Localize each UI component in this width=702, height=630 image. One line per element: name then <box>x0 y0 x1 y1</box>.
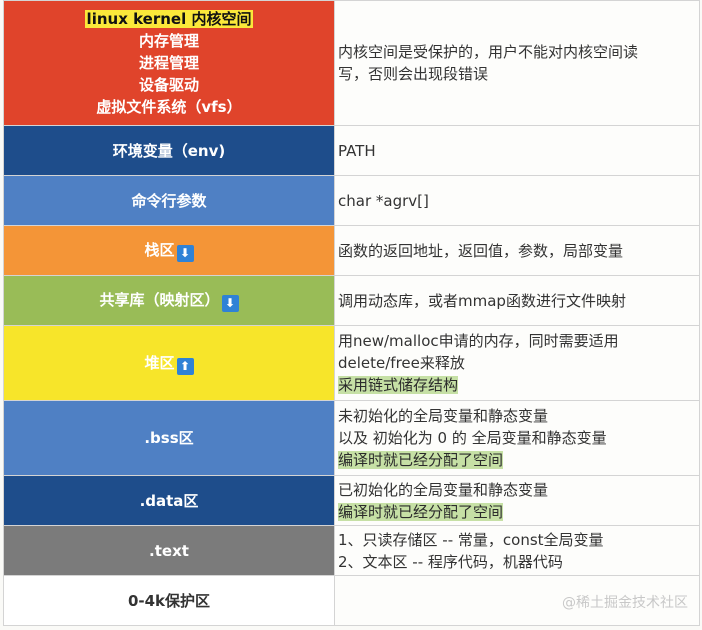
kernel-space-description: 内核空间是受保护的，用户不能对内核空间读 写，否则会出现段错误 <box>334 0 700 126</box>
bss-desc-line-1: 未初始化的全局变量和静态变量 <box>338 407 549 425</box>
up-arrow-icon: ⬆ <box>176 357 194 375</box>
env-description: PATH <box>334 125 700 176</box>
shared-lib-cell: 共享库（映射区） ⬇ <box>3 275 335 326</box>
shared-lib-description: 调用动态库，或者mmap函数进行文件映射 <box>334 275 700 326</box>
protect-cell: 0-4k保护区 <box>3 575 335 626</box>
down-arrow-icon: ⬇ <box>221 295 239 312</box>
heap-description: 用new/malloc申请的内存，同时需要适用 delete/free来释放 采… <box>334 325 700 401</box>
table-row-stack: 栈区 ⬇ 函数的返回地址，返回值，参数，局部变量 <box>3 225 700 276</box>
table-row-env: 环境变量（env) PATH <box>3 125 700 176</box>
device-driver-label: 设备驱动 <box>138 76 199 94</box>
data-description: 已初始化的全局变量和静态变量 编译时就已经分配了空间 <box>334 475 700 526</box>
table-row-args: 命令行参数 char *agrv[] <box>3 175 700 226</box>
args-cell: 命令行参数 <box>3 175 335 226</box>
kernel-desc-line-1: 内核空间是受保护的，用户不能对内核空间读 <box>338 43 639 61</box>
memory-layout-table: linux kernel 内核空间 内存管理 进程管理 设备驱动 虚拟文件系统（… <box>3 0 700 626</box>
vfs-label: 虚拟文件系统（vfs） <box>96 98 242 116</box>
stack-description: 函数的返回地址，返回值，参数，局部变量 <box>334 225 700 276</box>
kernel-space-title: linux kernel 内核空间 <box>84 10 254 28</box>
table-row-text: .text 1、只读存储区 -- 常量，const全局变量 2、文本区 -- 程… <box>3 525 700 576</box>
data-desc-line-1: 已初始化的全局变量和静态变量 <box>338 480 549 499</box>
heap-cell: 堆区 ⬆ <box>3 325 335 401</box>
heap-desc-highlight: 采用链式储存结构 <box>338 376 459 394</box>
data-cell: .data区 <box>3 475 335 526</box>
text-cell: .text <box>3 525 335 576</box>
kernel-space-cell: linux kernel 内核空间 内存管理 进程管理 设备驱动 虚拟文件系统（… <box>3 0 335 126</box>
args-description: char *agrv[] <box>334 175 700 226</box>
table-row-heap: 堆区 ⬆ 用new/malloc申请的内存，同时需要适用 delete/free来… <box>3 325 700 401</box>
data-desc-highlight: 编译时就已经分配了空间 <box>338 502 504 521</box>
env-cell: 环境变量（env) <box>3 125 335 176</box>
table-row-bss: .bss区 未初始化的全局变量和静态变量 以及 初始化为 0 的 全局变量和静态… <box>3 400 700 476</box>
memory-management-label: 内存管理 <box>138 32 199 50</box>
process-management-label: 进程管理 <box>138 54 199 72</box>
bss-description: 未初始化的全局变量和静态变量 以及 初始化为 0 的 全局变量和静态变量 编译时… <box>334 400 700 476</box>
table-row-kernel: linux kernel 内核空间 内存管理 进程管理 设备驱动 虚拟文件系统（… <box>3 0 700 126</box>
table-row-shared: 共享库（映射区） ⬇ 调用动态库，或者mmap函数进行文件映射 <box>3 275 700 326</box>
table-row-data: .data区 已初始化的全局变量和静态变量 编译时就已经分配了空间 <box>3 475 700 526</box>
down-arrow-icon: ⬇ <box>176 245 194 262</box>
text-desc-line-2: 2、文本区 -- 程序代码，机器代码 <box>338 552 563 571</box>
heap-desc-line-2: delete/free来释放 <box>338 354 465 372</box>
shared-lib-label: 共享库（映射区） <box>99 291 220 309</box>
watermark: @稀土掘金技术社区 <box>562 595 688 611</box>
text-desc-line-1: 1、只读存储区 -- 常量，const全局变量 <box>338 530 604 549</box>
heap-desc-line-1: 用new/malloc申请的内存，同时需要适用 <box>338 332 619 350</box>
stack-cell: 栈区 ⬇ <box>3 225 335 276</box>
bss-desc-highlight: 编译时就已经分配了空间 <box>338 451 504 469</box>
text-description: 1、只读存储区 -- 常量，const全局变量 2、文本区 -- 程序代码，机器… <box>334 525 700 576</box>
bss-cell: .bss区 <box>3 400 335 476</box>
heap-label: 堆区 <box>144 353 175 372</box>
bss-desc-line-2: 以及 初始化为 0 的 全局变量和静态变量 <box>338 429 607 447</box>
stack-label: 栈区 <box>144 241 175 259</box>
kernel-desc-line-2: 写，否则会出现段错误 <box>338 65 489 83</box>
